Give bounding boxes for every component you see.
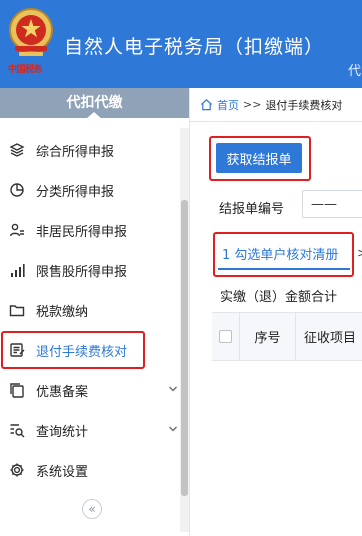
- main-content: 获取结报单 结报单编号 1 勾选单户核对清册 > 实缴（退）金额合计 序号 征收…: [190, 122, 362, 536]
- sidebar-item-label: 退付手续费核对: [36, 344, 128, 360]
- user-list-icon: [8, 221, 26, 239]
- logo-caption: 中国税务: [7, 65, 43, 75]
- tax-emblem-icon: [9, 8, 53, 56]
- sidebar-item-label: 税款缴纳: [36, 304, 89, 320]
- app-title: 自然人电子税务局（扣缴端）: [64, 36, 325, 58]
- check-table: 序号 征收项目: [212, 312, 362, 536]
- sidebar-item-label: 优惠备案: [36, 384, 89, 400]
- table-header-row: 序号 征收项目: [212, 312, 362, 361]
- folder-icon: [8, 301, 26, 319]
- breadcrumb: 首页 >> 退付手续费核对: [190, 88, 362, 122]
- sidebar-item-label: 非居民所得申报: [36, 224, 128, 240]
- sidebar-item-comprehensive-income[interactable]: 综合所得申报: [0, 130, 180, 170]
- copy-icon: [8, 381, 26, 399]
- sidebar-scroll-thumb[interactable]: [181, 200, 188, 496]
- breadcrumb-current: 退付手续费核对: [265, 98, 343, 112]
- sidebar: 代扣代缴 综合所得申报 分类所得申报 非居民所得申报 限售股所得申报 税款缴纳 …: [0, 88, 190, 536]
- breadcrumb-home-link[interactable]: 首页: [217, 97, 239, 113]
- app-header: 中国税务 自然人电子税务局（扣缴端） 代: [0, 0, 362, 88]
- pie-chart-icon: [8, 181, 26, 199]
- chevron-down-icon: [169, 386, 177, 392]
- statement-no-label: 结报单编号: [219, 202, 285, 217]
- sidebar-item-classified-income[interactable]: 分类所得申报: [0, 170, 180, 210]
- sidebar-item-preferential-filing[interactable]: 优惠备案: [0, 370, 180, 410]
- tab-single-household-check[interactable]: 1 勾选单户核对清册: [222, 244, 338, 263]
- sidebar-item-query-statistics[interactable]: 查询统计: [0, 410, 180, 450]
- layers-icon: [8, 141, 26, 159]
- chevron-down-icon: [169, 426, 177, 432]
- bar-chart-icon: [8, 261, 26, 279]
- sidebar-item-tax-payment[interactable]: 税款缴纳: [0, 290, 180, 330]
- sidebar-item-restricted-stock-income[interactable]: 限售股所得申报: [0, 250, 180, 290]
- total-amount-label: 实缴（退）金额合计: [220, 290, 338, 305]
- sidebar-item-label: 分类所得申报: [36, 184, 115, 200]
- tab-active-underline: [218, 268, 350, 270]
- sidebar-item-label: 查询统计: [36, 424, 89, 440]
- collapse-sidebar-button[interactable]: «: [82, 499, 102, 519]
- select-all-checkbox[interactable]: [219, 330, 232, 343]
- header-right-text: 代: [348, 64, 362, 79]
- sidebar-item-system-settings[interactable]: 系统设置: [0, 450, 180, 490]
- statement-no-input[interactable]: [302, 190, 362, 218]
- sidebar-item-label: 限售股所得申报: [36, 264, 128, 280]
- get-statement-button[interactable]: 获取结报单: [216, 143, 302, 173]
- sidebar-item-nonresident-income[interactable]: 非居民所得申报: [0, 210, 180, 250]
- tab-next-arrow[interactable]: >: [357, 246, 362, 260]
- gear-icon: [8, 461, 26, 479]
- home-icon: [200, 99, 213, 111]
- table-header-item: 征收项目: [304, 331, 357, 346]
- sidebar-heading: 代扣代缴: [0, 88, 189, 119]
- sidebar-item-fee-refund-check[interactable]: 退付手续费核对: [0, 330, 180, 370]
- sidebar-item-label: 系统设置: [36, 464, 89, 480]
- edit-doc-icon: [8, 341, 26, 359]
- sidebar-item-label: 综合所得申报: [36, 144, 115, 160]
- table-body: [212, 361, 362, 536]
- table-header-seq: 序号: [240, 312, 296, 361]
- breadcrumb-separator: >>: [243, 98, 262, 111]
- sidebar-heading-label: 代扣代缴: [66, 95, 123, 111]
- table-header-check: [212, 312, 240, 361]
- sidebar-menu: 综合所得申报 分类所得申报 非居民所得申报 限售股所得申报 税款缴纳 退付手续费…: [0, 130, 180, 490]
- sidebar-notch: [86, 112, 102, 119]
- search-list-icon: [8, 421, 26, 439]
- sidebar-scrollbar[interactable]: [180, 128, 189, 532]
